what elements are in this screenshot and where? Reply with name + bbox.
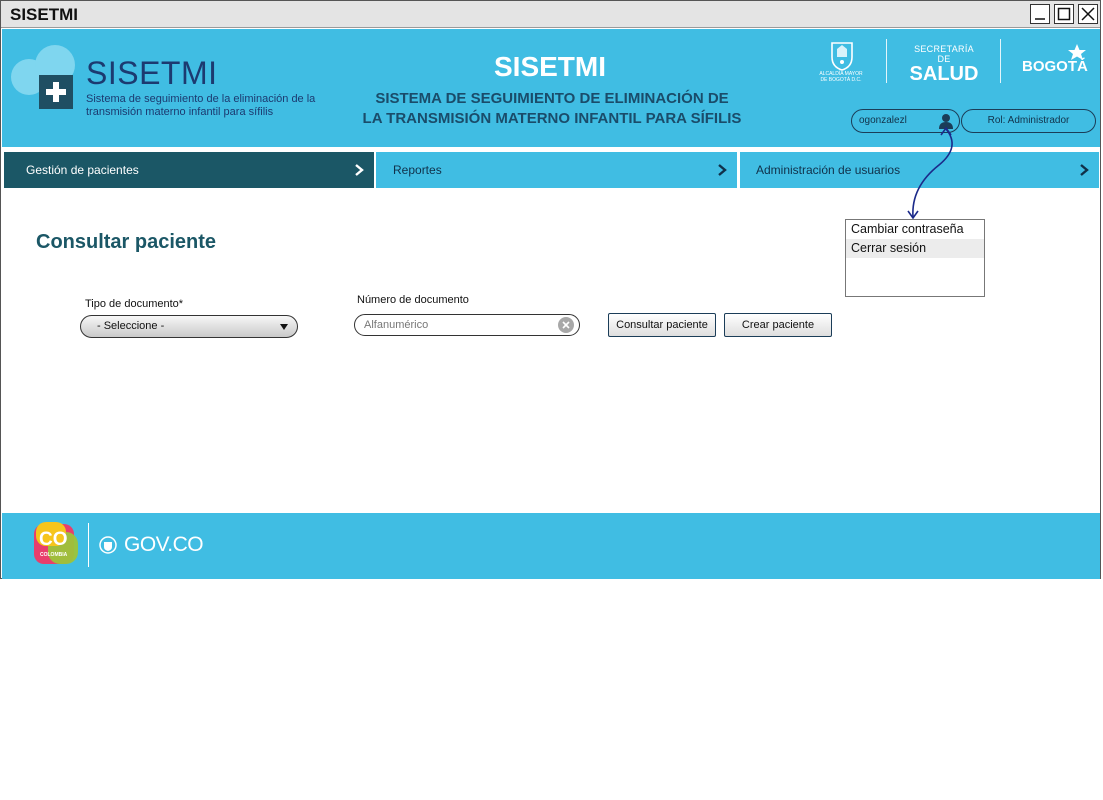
co-text: CO [39, 529, 68, 550]
crear-paciente-button[interactable]: Crear paciente [724, 313, 832, 337]
co-subtext: COLOMBIA [40, 552, 68, 558]
app-subtitle-line1: SISTEMA DE SEGUIMIENTO DE ELIMINACIÓN DE [375, 90, 729, 107]
role-badge: Rol: Administrador [961, 109, 1096, 133]
footer-divider [88, 523, 89, 567]
chevron-right-icon [1080, 164, 1089, 176]
sisetmi-logo-icon [11, 45, 75, 109]
nav-item-label: Gestión de pacientes [26, 163, 139, 177]
minimize-icon [1035, 18, 1045, 20]
title-bar: SISETMI [1, 1, 1100, 28]
close-icon [1081, 7, 1095, 21]
secretaria-salud-logo: SECRETARÍA DE SALUD [908, 44, 980, 84]
nav-item-label: Reportes [393, 163, 442, 177]
nav-item-label: Administración de usuarios [756, 163, 901, 177]
alcaldia-crest-icon [831, 42, 853, 71]
chevron-right-icon [355, 164, 364, 176]
app-footer: CO COLOMBIA GOV.CO [2, 513, 1100, 579]
clear-icon[interactable] [558, 317, 574, 333]
doc-type-select[interactable]: - Seleccione - [80, 315, 298, 338]
menu-item-cerrar-sesion[interactable]: Cerrar sesión [846, 239, 984, 258]
salud-label: SALUD [909, 63, 979, 85]
doc-number-placeholder: Alfanumérico [364, 319, 429, 331]
doc-number-label: Número de documento [357, 294, 469, 306]
maximize-icon [1057, 7, 1071, 21]
menu-connector-arrow [907, 126, 953, 220]
close-button[interactable] [1078, 4, 1098, 24]
maximize-button[interactable] [1054, 4, 1074, 24]
logo-name: SISETMI [86, 55, 218, 91]
alcaldia-text: ALCALDÍA MAYOR DE BOGOTÁ D.C. [819, 71, 863, 83]
app-title: SISETMI [494, 51, 607, 82]
app-window: SISETMI SISETMI Sistema de seguimiento d… [0, 0, 1101, 579]
window-title: SISETMI [10, 5, 79, 24]
bogota-logo-text: BOGOTÁ [1022, 58, 1088, 75]
chevron-right-icon [718, 164, 727, 176]
user-dropdown-menu: Cambiar contraseña Cerrar sesión [845, 219, 985, 297]
menu-item-cambiar-contrasena[interactable]: Cambiar contraseña [846, 220, 984, 239]
doc-type-value: - Seleccione - [97, 320, 165, 332]
header-divider [886, 39, 887, 83]
govco-crest-icon [99, 536, 117, 554]
consultar-paciente-button[interactable]: Consultar paciente [608, 313, 716, 337]
secretaria-label: SECRETARÍA DE [914, 44, 974, 64]
nav-item-gestion-pacientes[interactable]: Gestión de pacientes [4, 152, 374, 188]
doc-type-label: Tipo de documento* [85, 298, 184, 310]
nav-item-reportes[interactable]: Reportes [376, 152, 737, 188]
govco-logo-text: GOV.CO [124, 533, 204, 556]
caret-down-icon [280, 324, 288, 330]
logo-subtitle: Sistema de seguimiento de la eliminación… [86, 93, 316, 118]
header-divider [1000, 39, 1001, 83]
app-subtitle-line2: LA TRANSMISIÓN MATERNO INFANTIL PARA SÍF… [362, 110, 742, 127]
minimize-button[interactable] [1030, 4, 1050, 24]
page-title: Consultar paciente [36, 231, 217, 253]
colombia-co-logo-icon: CO COLOMBIA [34, 522, 78, 564]
doc-number-input[interactable]: Alfanumérico [354, 314, 580, 336]
app-subtitle: SISTEMA DE SEGUIMIENTO DE ELIMINACIÓN DE… [342, 89, 762, 129]
